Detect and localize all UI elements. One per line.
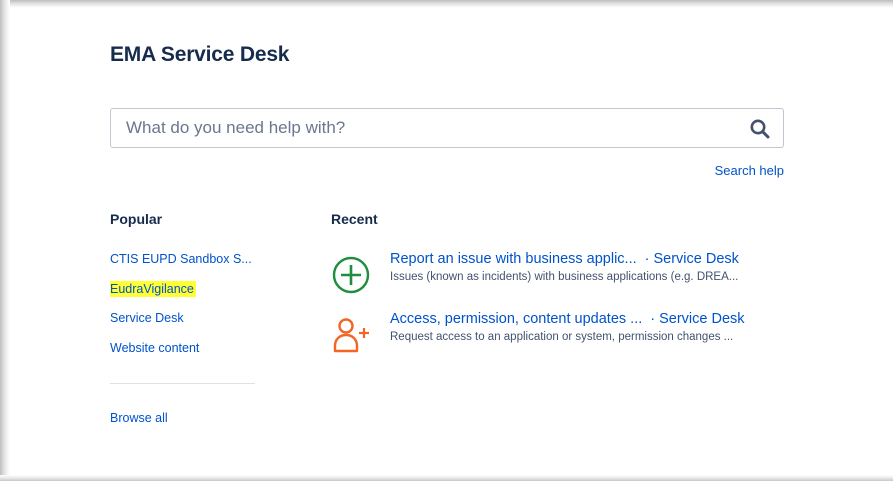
search-input[interactable]	[111, 109, 731, 147]
project-link[interactable]: Service Desk	[653, 251, 738, 267]
list-item: CTIS EUPD Sandbox S...	[110, 250, 252, 280]
search-help-link[interactable]: Search help	[715, 163, 784, 178]
window-top-edge	[0, 0, 893, 8]
recent-item-title-row: Report an issue with business applic... ·…	[390, 251, 739, 267]
browse-all-link[interactable]: Browse all	[110, 411, 168, 425]
popular-item-eudravigilance[interactable]: EudraVigilance	[110, 280, 196, 297]
popular-item-ctis-eupd-sandbox[interactable]: CTIS EUPD Sandbox S...	[110, 251, 252, 267]
recent-item-title-row: Access, permission, content updates ... ·…	[390, 311, 745, 327]
add-user-icon	[333, 318, 369, 353]
request-type-description: Issues (known as incidents) with busines…	[390, 271, 739, 283]
request-type-title[interactable]: Report an issue with business applic...	[390, 251, 637, 267]
window-bottom-edge	[0, 475, 893, 481]
recent-item-report-issue[interactable]: Report an issue with business applic... ·…	[331, 251, 791, 295]
popular-item-website-content[interactable]: Website content	[110, 340, 199, 356]
separator-dot: ·	[650, 311, 656, 327]
request-type-title[interactable]: Access, permission, content updates ...	[390, 311, 642, 327]
search-icon[interactable]	[749, 118, 771, 140]
list-item: Website content	[110, 339, 252, 369]
service-desk-portal: EMA Service Desk Search help Popular Rec…	[0, 0, 893, 481]
page-title: EMA Service Desk	[110, 43, 290, 66]
recent-item-access-permission[interactable]: Access, permission, content updates ... ·…	[331, 311, 791, 355]
recent-heading: Recent	[331, 211, 378, 227]
popular-divider	[110, 383, 255, 384]
popular-list: CTIS EUPD Sandbox S... EudraVigilance Se…	[110, 250, 252, 368]
request-type-description: Request access to an application or syst…	[390, 331, 734, 343]
plus-circle-icon	[332, 256, 370, 294]
popular-item-service-desk[interactable]: Service Desk	[110, 310, 184, 326]
project-link[interactable]: Service Desk	[659, 311, 744, 327]
list-item: EudraVigilance	[110, 280, 252, 310]
search-box	[110, 108, 784, 148]
list-item: Service Desk	[110, 309, 252, 339]
window-left-edge	[0, 0, 10, 481]
separator-dot: ·	[644, 251, 650, 267]
popular-heading: Popular	[110, 211, 163, 227]
